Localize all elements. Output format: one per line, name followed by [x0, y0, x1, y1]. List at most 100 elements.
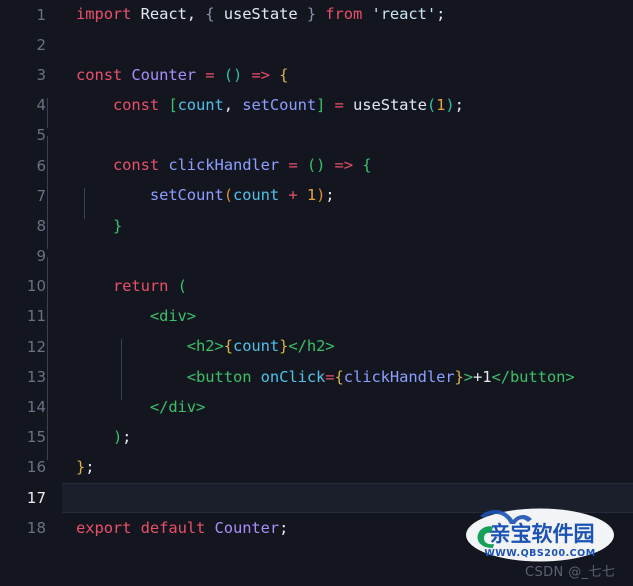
code-line-content[interactable]: }; — [46, 459, 633, 476]
token-jsx-tag: <h2> — [186, 337, 224, 356]
code-line[interactable]: 5 — [0, 121, 633, 167]
code-line[interactable]: 16 }; — [0, 453, 633, 483]
token-jsx-tag: </div> — [149, 397, 206, 416]
token-paren: ( — [177, 277, 187, 296]
code-line[interactable]: 3 const Counter = () => { — [0, 60, 633, 90]
token-plain: React, — [131, 5, 206, 24]
code-line[interactable]: 12 <h2>{count}</h2> — [0, 332, 633, 370]
code-line-content[interactable]: import React, { useState } from 'react'; — [46, 7, 633, 23]
token-paren: () — [306, 156, 326, 175]
line-number: 18 — [26, 518, 46, 537]
token-function: useState — [353, 95, 427, 114]
code-line-content[interactable]: ); — [46, 427, 633, 461]
code-line-content[interactable]: <h2>{count}</h2> — [46, 337, 633, 370]
code-line[interactable]: 2 — [0, 30, 633, 60]
code-line[interactable]: 15 ); — [0, 423, 633, 461]
token-variable: clickHandler — [168, 156, 280, 175]
code-line[interactable]: 10 return ( — [0, 272, 633, 310]
line-number: 8 — [36, 216, 46, 235]
code-line[interactable]: 1 import React, { useState } from 'react… — [0, 0, 633, 30]
token-keyword: const — [112, 95, 160, 114]
code-line[interactable]: 7 setCount(count + 1); — [0, 181, 633, 219]
code-line[interactable]: 13 <button onClick={clickHandler}>+1</bu… — [0, 362, 633, 400]
line-number: 4 — [36, 96, 46, 115]
token-brace: } — [306, 5, 317, 24]
line-number: 10 — [26, 277, 46, 296]
line-number: 17 — [26, 488, 46, 507]
token-plain: ; — [279, 518, 289, 537]
code-line-content[interactable]: <div> — [46, 307, 633, 340]
token-identifier: useState — [214, 5, 307, 24]
token-property: count — [232, 337, 280, 356]
token-brace: } — [112, 216, 123, 235]
token-property: count — [232, 186, 280, 205]
code-line-content[interactable]: } — [46, 216, 633, 249]
watermark-brand-url: WWW.QBS200.COM — [484, 548, 595, 559]
token-jsx-text: +1 — [473, 367, 492, 386]
code-line[interactable]: 11 <div> — [0, 302, 633, 340]
token-number: 1 — [436, 95, 446, 114]
code-line[interactable]: 4 const [count, setCount] = useState(1); — [0, 91, 633, 129]
line-number: 13 — [26, 367, 46, 386]
token-jsx-tag: </button> — [491, 367, 575, 386]
token-bracket: [ — [168, 95, 178, 114]
code-line-content[interactable]: <button onClick={clickHandler}>+1</butto… — [46, 367, 633, 400]
code-line-content[interactable]: const [count, setCount] = useState(1); — [46, 95, 633, 129]
token-keyword: const — [76, 65, 123, 84]
token-operator: = — [288, 156, 298, 175]
token-brace: { — [205, 5, 215, 24]
token-jsx-tag: <button — [186, 367, 252, 386]
token-number: 1 — [306, 186, 317, 205]
token-jsx-tag: </h2> — [288, 337, 335, 356]
token-function: setCount — [149, 186, 224, 205]
token-plain: ; — [325, 186, 335, 205]
code-line-content[interactable]: </div> — [46, 397, 633, 430]
token-plain: ; — [122, 427, 132, 446]
code-line-content[interactable]: const Counter = () => { — [46, 65, 633, 84]
line-number: 15 — [26, 428, 46, 447]
line-number: 2 — [36, 35, 46, 54]
token-string: 'react' — [371, 5, 437, 24]
token-brace: { — [223, 337, 233, 356]
code-line[interactable]: 9 — [0, 242, 633, 287]
token-bracket: ] — [316, 95, 326, 114]
token-class: Counter — [131, 65, 197, 84]
line-number: 3 — [36, 65, 46, 84]
token-class: Counter — [214, 518, 280, 537]
code-line[interactable]: 8 } — [0, 211, 633, 249]
token-jsx-tag: <div> — [149, 307, 197, 326]
line-number: 11 — [26, 307, 46, 326]
line-number: 7 — [36, 186, 46, 205]
code-line-active[interactable]: 17 — [0, 483, 633, 514]
token-variable: setCount — [242, 95, 317, 114]
line-number: 16 — [26, 458, 46, 477]
code-line-content[interactable]: const clickHandler = () => { — [46, 156, 633, 189]
token-jsx-attribute: onClick — [260, 367, 326, 386]
watermark-credit: CSDN @_七七 — [525, 565, 616, 580]
token-property: count — [177, 95, 224, 114]
code-editor[interactable]: 1 import React, { useState } from 'react… — [0, 0, 633, 586]
token-brace: } — [279, 337, 289, 356]
code-line-content[interactable]: setCount(count + 1); — [46, 186, 633, 219]
line-number: 9 — [36, 247, 46, 266]
code-line[interactable]: 6 const clickHandler = () => { — [0, 151, 633, 189]
token-plain: ; — [454, 95, 464, 114]
code-line[interactable]: 14 </div> — [0, 392, 633, 430]
token-keyword: return — [112, 277, 169, 296]
code-line-content[interactable]: return ( — [46, 277, 633, 310]
code-line[interactable]: 18 export default Counter; — [0, 513, 633, 543]
line-number: 14 — [26, 398, 46, 417]
code-line-content[interactable]: export default Counter; — [46, 518, 633, 537]
